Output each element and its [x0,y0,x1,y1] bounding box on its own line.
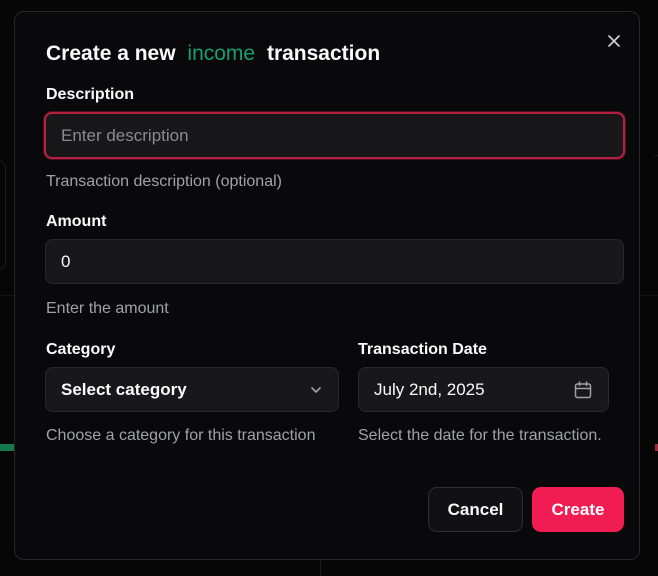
date-value: July 2nd, 2025 [374,379,485,399]
category-hint: Choose a category for this transaction [46,427,316,444]
dialog-title: Create a new income transaction [46,42,380,66]
create-button[interactable]: Create [532,487,624,532]
background-card [0,160,6,270]
description-field[interactable] [44,112,625,159]
description-label: Description [46,86,135,103]
cancel-button[interactable]: Cancel [428,487,523,532]
amount-hint: Enter the amount [46,300,169,317]
dialog-title-prefix: Create a new [46,42,176,65]
category-select[interactable]: Select category [45,367,339,412]
chevron-down-icon [311,386,321,393]
background-income-bar [0,444,14,451]
amount-value: 0 [61,251,71,271]
category-label: Category [46,341,116,358]
background-vertical-divider [320,560,321,576]
calendar-icon [574,380,592,398]
amount-field[interactable]: 0 [45,239,624,284]
dialog-title-suffix: transaction [266,42,381,65]
amount-label: Amount [46,213,107,230]
description-hint: Transaction description (optional) [46,173,282,190]
date-label: Transaction Date [358,341,487,358]
category-selected-value: Select category [61,379,187,399]
description-input[interactable] [61,125,608,146]
background-divider-right [654,155,658,156]
date-picker[interactable]: July 2nd, 2025 [358,367,609,412]
create-transaction-dialog: Create a new income transaction Descript… [14,11,640,560]
date-hint: Select the date for the transaction. [358,427,602,444]
close-button[interactable] [605,32,623,50]
dialog-title-type: income [187,42,256,65]
close-icon [608,35,620,47]
